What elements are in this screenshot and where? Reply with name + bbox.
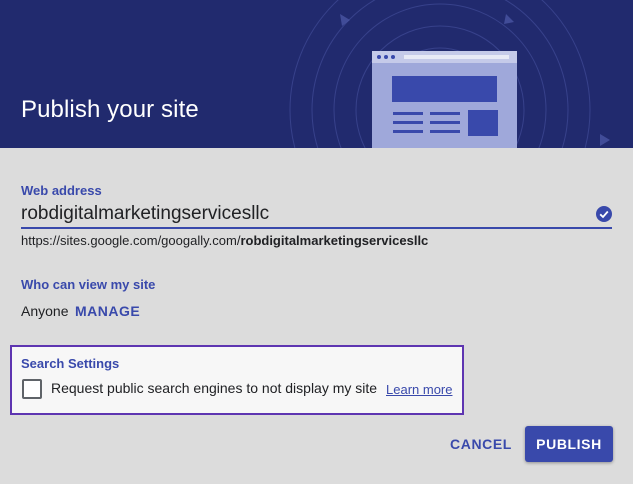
check-circle-icon — [596, 206, 612, 222]
site-url-suffix: robdigitalmarketingservicesllc — [240, 233, 429, 248]
site-url-prefix: https://sites.google.com/googally.com/ — [21, 233, 241, 248]
dialog-title: Publish your site — [21, 96, 199, 123]
learn-more-link[interactable]: Learn more — [386, 382, 452, 397]
web-address-value[interactable]: robdigitalmarketingservicesllc — [21, 203, 269, 225]
web-address-input[interactable]: robdigitalmarketingservicesllc — [21, 203, 612, 229]
publish-button[interactable]: PUBLISH — [525, 426, 613, 462]
cancel-button[interactable]: CANCEL — [447, 426, 515, 462]
manage-button[interactable]: MANAGE — [75, 303, 140, 319]
website-illustration-icon — [289, 0, 610, 148]
search-settings-title: Search Settings — [21, 356, 120, 371]
site-url: https://sites.google.com/googally.com/ro… — [21, 233, 428, 248]
hide-from-search-label[interactable]: Request public search engines to not dis… — [51, 380, 377, 396]
search-settings-panel: Search Settings Request public search en… — [10, 345, 464, 415]
dialog-header: Publish your site — [0, 0, 633, 148]
who-can-view-label: Who can view my site — [21, 277, 156, 292]
hide-from-search-checkbox[interactable] — [22, 379, 42, 399]
web-address-label: Web address — [21, 183, 102, 198]
viewers-value: Anyone — [21, 303, 69, 319]
